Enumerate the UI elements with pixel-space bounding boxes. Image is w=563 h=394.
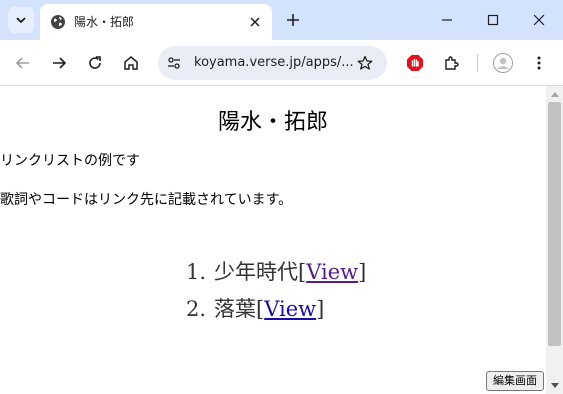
minimize-button[interactable] <box>435 8 459 32</box>
minimize-icon <box>442 19 452 21</box>
tune-icon <box>168 57 180 69</box>
home-button[interactable] <box>118 50 144 76</box>
tab-title: 陽水・拓郎 <box>74 15 135 29</box>
adblock-extension-button[interactable] <box>402 50 428 76</box>
scrollbar-thumb[interactable] <box>548 102 561 346</box>
reload-icon <box>89 56 101 69</box>
stop-hand-icon <box>407 55 423 71</box>
arrow-right-icon <box>53 57 67 69</box>
globe-icon <box>51 15 65 29</box>
back-button[interactable] <box>10 50 36 76</box>
browser-tab[interactable]: 陽水・拓郎 <box>40 4 272 40</box>
profile-button[interactable] <box>490 50 516 76</box>
close-icon <box>533 14 545 26</box>
intro-text: リンクリストの例です <box>0 153 140 169</box>
page-content: 陽水・拓郎 リンクリストの例です 歌詞やコードはリンク先に記載されています。 1… <box>0 86 546 394</box>
maximize-button[interactable] <box>481 8 505 32</box>
song-list: 1. 少年時代[View] 2. 落葉[View] <box>186 258 366 332</box>
puzzle-icon <box>445 56 459 70</box>
toolbar-divider <box>477 54 478 72</box>
scroll-down-button[interactable] <box>546 378 563 394</box>
song-title: 落葉 <box>214 297 256 321</box>
tab-search-button[interactable] <box>8 7 34 33</box>
page-title: 陽水・拓郎 <box>217 110 328 135</box>
close-window-button[interactable] <box>527 8 551 32</box>
song-title: 少年時代 <box>214 260 298 284</box>
url-text[interactable]: koyama.verse.jp/apps/... <box>194 55 354 70</box>
maximize-icon <box>487 14 499 26</box>
address-bar[interactable]: koyama.verse.jp/apps/... <box>158 46 387 80</box>
avatar-icon <box>493 53 513 73</box>
home-icon <box>124 56 138 70</box>
browser-toolbar: koyama.verse.jp/apps/... <box>0 40 563 86</box>
edit-button[interactable]: 編集画面 <box>486 371 544 391</box>
view-link[interactable]: View <box>264 297 316 321</box>
scroll-up-button[interactable] <box>546 86 563 102</box>
tab-strip: 陽水・拓郎 <box>0 0 563 40</box>
site-info-button[interactable] <box>162 51 186 75</box>
reload-button[interactable] <box>82 50 108 76</box>
extensions-button[interactable] <box>438 50 464 76</box>
menu-button[interactable] <box>526 50 552 76</box>
note-text: 歌詞やコードはリンク先に記載されています。 <box>0 192 293 208</box>
chevron-down-icon <box>16 17 26 24</box>
more-vert-icon <box>537 56 541 70</box>
triangle-up-icon <box>550 92 559 97</box>
new-tab-button[interactable] <box>282 9 304 31</box>
plus-icon <box>287 14 299 26</box>
view-link[interactable]: View <box>306 260 358 284</box>
list-item: 2. 落葉[View] <box>186 297 325 321</box>
list-number: 1. <box>186 260 207 284</box>
close-icon <box>250 17 260 27</box>
star-icon <box>357 55 373 70</box>
arrow-left-icon <box>15 57 29 69</box>
list-number: 2. <box>186 297 207 321</box>
triangle-down-icon <box>550 383 559 388</box>
forward-button[interactable] <box>46 50 72 76</box>
bookmark-button[interactable] <box>353 51 377 75</box>
vertical-scrollbar[interactable] <box>546 86 563 394</box>
list-item: 1. 少年時代[View] <box>186 260 367 284</box>
tab-close-button[interactable] <box>246 13 264 31</box>
